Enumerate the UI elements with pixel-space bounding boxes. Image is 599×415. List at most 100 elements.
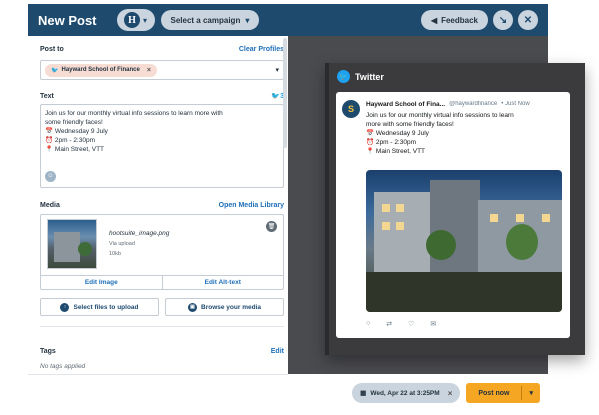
brand-logo-icon: H bbox=[124, 12, 140, 28]
clear-profiles-link[interactable]: Clear Profiles bbox=[239, 46, 284, 53]
emoji-icon[interactable]: ☺ bbox=[45, 171, 56, 182]
feedback-button[interactable]: ◀ Feedback bbox=[420, 10, 488, 30]
tweet-line: ⏰ 2pm - 2:30pm bbox=[366, 139, 417, 146]
feedback-label: Feedback bbox=[441, 15, 478, 25]
file-name: hootsuite_image.png bbox=[109, 230, 170, 237]
tweet-image bbox=[366, 170, 562, 312]
edit-image-button[interactable]: Edit Image bbox=[41, 276, 163, 289]
window-shape bbox=[490, 214, 498, 222]
megaphone-icon: ◀ bbox=[430, 15, 438, 25]
tweet-body: Join us for our monthly virtual info ses… bbox=[366, 111, 562, 156]
footer-left bbox=[28, 374, 288, 412]
clear-schedule-icon[interactable]: × bbox=[448, 389, 453, 398]
tweet-card: S Hayward School of Fina... @haywardfina… bbox=[336, 92, 570, 338]
chevron-down-icon: ▾ bbox=[143, 15, 148, 25]
reply-icon: ○ bbox=[366, 320, 371, 327]
text-line: ⏰ 2pm - 2:30pm bbox=[45, 137, 96, 144]
browse-media-button[interactable]: ▣ Browse your media bbox=[165, 298, 284, 316]
scrollbar[interactable] bbox=[283, 38, 287, 148]
tweet-meta: Hayward School of Fina... @haywardfinanc… bbox=[366, 101, 564, 108]
edit-alt-text-button[interactable]: Edit Alt-text bbox=[163, 276, 284, 289]
upload-row: ↑ Select files to upload ▣ Browse your m… bbox=[40, 298, 284, 316]
text-line: some friendly faces! bbox=[45, 119, 103, 126]
text-header: Text 🐦3 bbox=[40, 92, 284, 101]
close-icon: ✕ bbox=[523, 14, 533, 26]
window-shape bbox=[396, 204, 404, 212]
profile-selector[interactable]: 🐦 Hayward School of Finance × ▾ bbox=[40, 60, 284, 80]
window-shape bbox=[396, 222, 404, 230]
share-icon: ✉ bbox=[430, 321, 437, 328]
select-files-button[interactable]: ↑ Select files to upload bbox=[40, 298, 159, 316]
retweet-icon: ⇄ bbox=[386, 321, 393, 328]
image-icon: ▣ bbox=[188, 302, 198, 312]
media-actions: Edit Image Edit Alt-text bbox=[41, 275, 283, 289]
twitter-icon: 🐦 bbox=[271, 93, 281, 100]
tags-label: Tags bbox=[40, 348, 56, 355]
chevron-down-icon: ▾ bbox=[275, 67, 279, 74]
select-files-label: Select files to upload bbox=[73, 303, 139, 311]
twitter-icon: 🐦 bbox=[51, 67, 59, 74]
tweet-line: 📍 Main Street, VTT bbox=[366, 148, 426, 155]
tweet-line: 📅 Wednesday 9 July bbox=[366, 130, 429, 137]
media-label: Media bbox=[40, 202, 60, 209]
tweet-author-name: Hayward School of Fina... bbox=[366, 101, 446, 108]
schedule-label: Wed, Apr 22 at 3:25PM bbox=[370, 389, 440, 397]
post-now-button[interactable]: Post now ▾ bbox=[466, 383, 540, 403]
tweet-time: • Just Now bbox=[501, 101, 530, 107]
trash-icon[interactable]: 🗑 bbox=[266, 221, 277, 232]
remove-profile-icon[interactable]: × bbox=[147, 67, 151, 74]
post-to-label: Post to bbox=[40, 46, 64, 53]
file-source: Via upload bbox=[109, 241, 135, 247]
profile-chip-label: Hayward School of Finance bbox=[61, 67, 140, 73]
post-text-editor[interactable]: Join us for our monthly virtual info ses… bbox=[40, 104, 284, 188]
post-now-label: Post now bbox=[478, 389, 510, 397]
edit-tags-link[interactable]: Edit bbox=[271, 348, 284, 355]
composer-footer: ▦ Wed, Apr 22 at 3:25PM × Post now ▾ bbox=[288, 374, 548, 412]
upload-icon: ↑ bbox=[60, 302, 70, 312]
window-shape bbox=[382, 204, 390, 212]
composer-title: New Post bbox=[38, 12, 97, 28]
text-line: 📅 Wednesday 9 July bbox=[45, 128, 108, 135]
media-thumbnail bbox=[47, 219, 97, 269]
brand-selector[interactable]: H ▾ bbox=[116, 9, 155, 31]
schedule-button[interactable]: ▦ Wed, Apr 22 at 3:25PM × bbox=[352, 383, 461, 403]
window-shape bbox=[382, 222, 390, 230]
window-shape bbox=[542, 214, 550, 222]
twitter-icon: 🐦 bbox=[337, 70, 350, 83]
browse-media-label: Browse your media bbox=[201, 303, 261, 311]
no-tags-text: No tags applied bbox=[40, 363, 86, 370]
composer-header: New Post H ▾ Select a campaign ▾ ◀ Feedb… bbox=[28, 4, 548, 36]
campaign-selector[interactable]: Select a campaign ▾ bbox=[160, 10, 260, 30]
preview-header: 🐦 Twitter bbox=[337, 70, 384, 83]
tags-header: Tags Edit bbox=[40, 348, 284, 355]
text-label: Text bbox=[40, 92, 54, 100]
close-button[interactable]: ✕ bbox=[518, 10, 538, 30]
tree-shape bbox=[78, 242, 92, 256]
campaign-label: Select a campaign bbox=[170, 15, 241, 25]
file-info: hootsuite_image.png Via upload 10kb bbox=[109, 229, 169, 259]
building-shape bbox=[54, 232, 80, 262]
chevron-down-icon: ▾ bbox=[245, 15, 250, 25]
preview-network-label: Twitter bbox=[355, 71, 384, 82]
calendar-icon: ▦ bbox=[360, 390, 367, 397]
profile-chip[interactable]: 🐦 Hayward School of Finance × bbox=[45, 63, 157, 77]
tree-shape bbox=[506, 224, 538, 260]
file-size: 10kb bbox=[109, 251, 121, 257]
post-to-header: Post to Clear Profiles bbox=[40, 46, 284, 53]
text-line: Join us for our monthly virtual info ses… bbox=[45, 110, 223, 117]
chevron-down-icon[interactable]: ▾ bbox=[522, 389, 540, 397]
window-shape bbox=[516, 214, 524, 222]
compose-panel: Post to Clear Profiles 🐦 Hayward School … bbox=[28, 36, 288, 374]
media-header: Media Open Media Library bbox=[40, 202, 284, 209]
open-media-library-link[interactable]: Open Media Library bbox=[219, 202, 284, 209]
minimize-button[interactable]: ↘ bbox=[493, 10, 513, 30]
text-line: 📍 Main Street, VTT bbox=[45, 146, 105, 153]
tweet-line: more with some friendly faces! bbox=[366, 121, 454, 128]
like-icon: ♡ bbox=[408, 321, 415, 328]
ground-shape bbox=[366, 272, 562, 312]
tweet-line: Join us for our monthly virtual info ses… bbox=[366, 112, 514, 119]
media-attachment: hootsuite_image.png Via upload 10kb 🗑 Ed… bbox=[40, 214, 284, 290]
tweet-actions: ○ ⇄ ♡ ✉ bbox=[366, 320, 436, 328]
arrow-down-right-icon: ↘ bbox=[498, 14, 508, 26]
divider bbox=[40, 326, 284, 327]
